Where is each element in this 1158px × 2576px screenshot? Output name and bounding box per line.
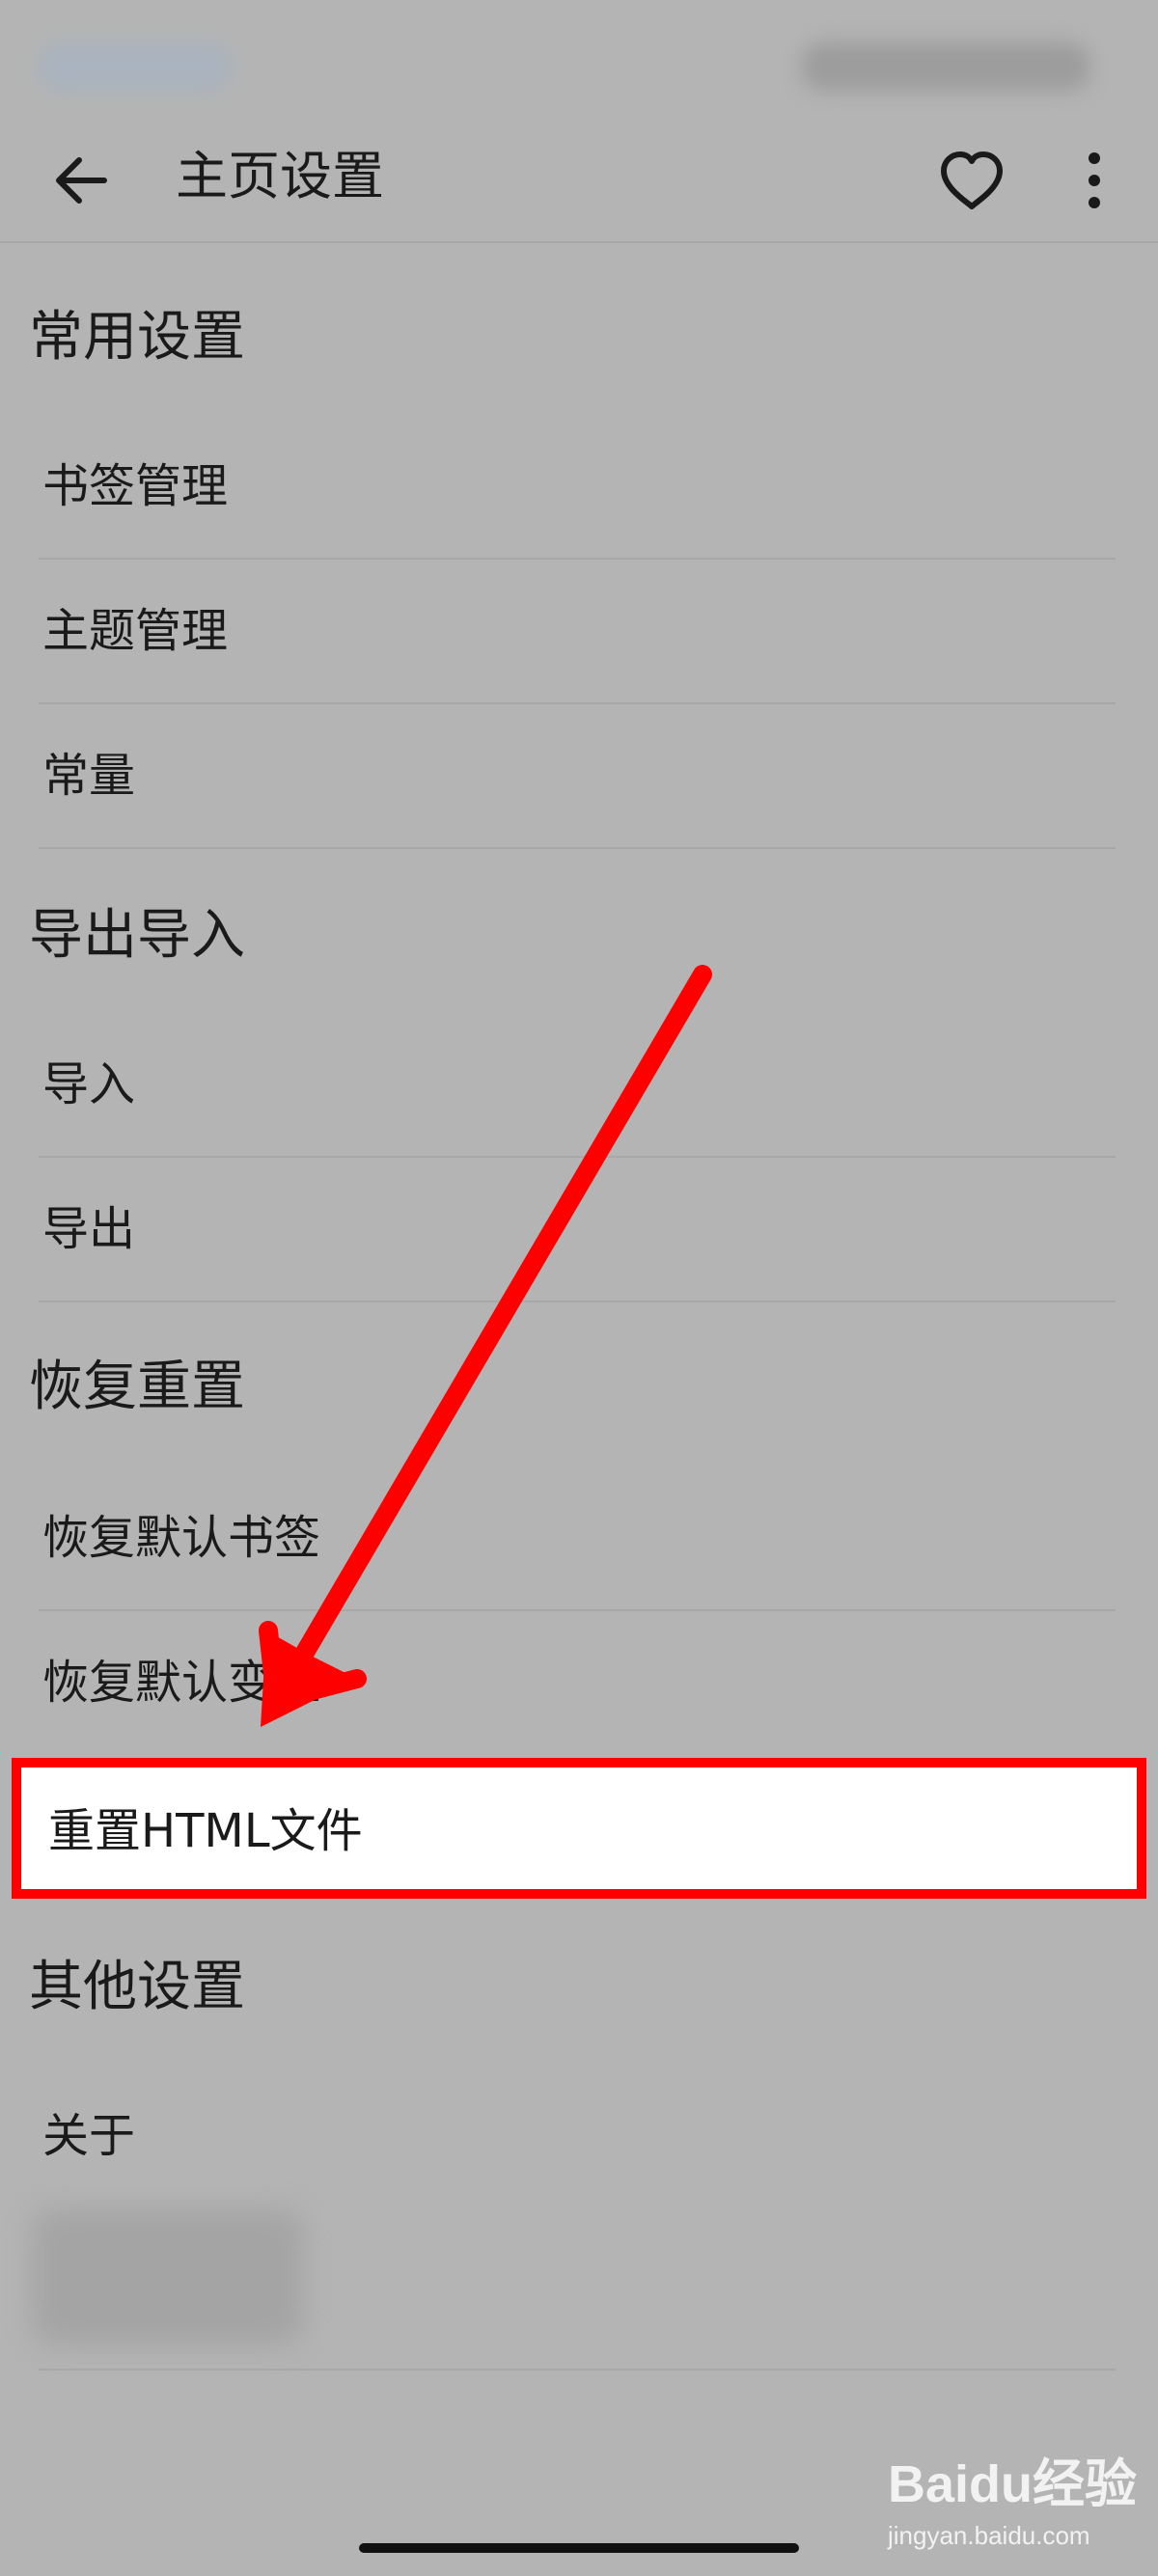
status-bar-left-blurred — [39, 42, 232, 91]
list-item-label: 导入 — [42, 1057, 136, 1111]
list-item-label: 重置HTML文件 — [48, 1804, 363, 1858]
section-header-common: 常用设置 — [29, 306, 245, 369]
arrow-left-icon — [56, 157, 107, 204]
list-item-restore-default-variables[interactable]: 恢复默认变量 — [39, 1611, 1116, 1756]
list-item-label: 关于 — [42, 2109, 136, 2163]
list-item-constants[interactable]: 常量 — [39, 704, 1116, 849]
more-options-button[interactable] — [1073, 145, 1116, 216]
list-item-label: 恢复默认变量 — [42, 1656, 321, 1710]
status-bar-right-blurred — [801, 42, 1090, 91]
favorite-button[interactable] — [936, 145, 1007, 216]
heart-outline-icon — [941, 151, 1003, 209]
list-item-label: 导出 — [42, 1202, 136, 1256]
home-indicator[interactable] — [359, 2543, 799, 2553]
watermark-url: jingyan.baidu.com — [888, 2521, 1090, 2550]
divider — [39, 2369, 1116, 2370]
section-header-other: 其他设置 — [29, 1956, 245, 2018]
watermark: Baidu经验 jingyan.baidu.com — [888, 2451, 1148, 2557]
more-vertical-icon — [1089, 152, 1100, 208]
list-item-label: 常量 — [42, 749, 136, 803]
list-item-about[interactable]: 关于 — [39, 2065, 1116, 2209]
page-title: 主页设置 — [176, 146, 384, 206]
section-header-restore-reset: 恢复重置 — [29, 1356, 245, 1418]
list-item-export[interactable]: 导出 — [39, 1158, 1116, 1302]
list-item-restore-default-bookmarks[interactable]: 恢复默认书签 — [39, 1466, 1116, 1611]
blurred-list-item — [33, 2209, 303, 2344]
list-item-bookmark-management[interactable]: 书签管理 — [39, 415, 1116, 560]
list-item-label: 主题管理 — [42, 604, 229, 658]
app-bar: 主页设置 — [0, 106, 1158, 243]
section-header-export-import: 导出导入 — [29, 904, 245, 967]
list-item-theme-management[interactable]: 主题管理 — [39, 560, 1116, 704]
back-button[interactable] — [48, 147, 116, 214]
list-item-label: 书签管理 — [42, 459, 229, 513]
watermark-logo: Baidu经验 — [888, 2455, 1138, 2513]
list-item-reset-html-file[interactable]: 重置HTML文件 — [12, 1758, 1146, 1899]
list-item-label: 恢复默认书签 — [42, 1511, 321, 1565]
list-item-import[interactable]: 导入 — [39, 1013, 1116, 1158]
